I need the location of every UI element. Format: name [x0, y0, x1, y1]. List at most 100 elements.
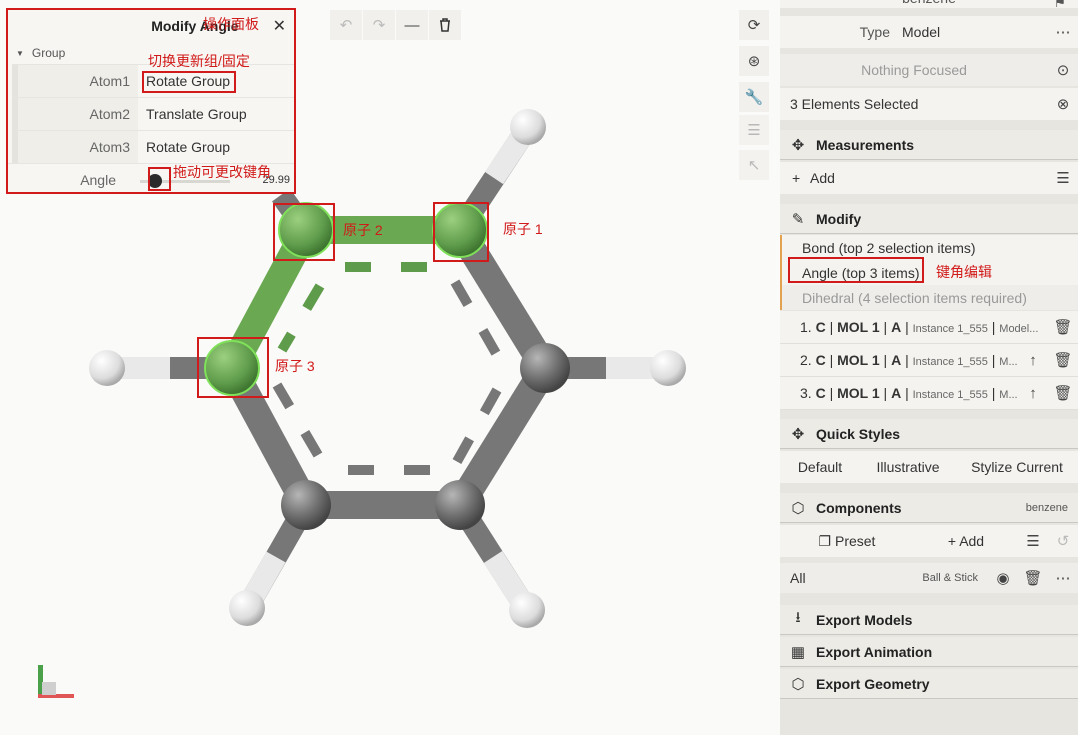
atom-name: C: [815, 319, 826, 335]
atom2-highlight: [273, 203, 335, 261]
export-animation-section[interactable]: ▦ Export Animation: [780, 637, 1078, 667]
reset-camera-button[interactable]: ⟳: [739, 10, 769, 40]
dihedral-option-label: Dihedral (4 selection items required): [802, 289, 1027, 306]
bookmark-icon[interactable]: ⚑: [1053, 0, 1066, 8]
selection-item[interactable]: 3. C | MOL 1 | A | Instance 1_555 | M...…: [780, 377, 1078, 410]
wrench-icon: 🔧: [744, 89, 764, 106]
atom3-mode-select[interactable]: Rotate Group: [138, 131, 294, 163]
close-icon[interactable]: ✕: [273, 16, 286, 36]
trash-icon[interactable]: 🗑: [1048, 384, 1078, 402]
tools-button[interactable]: 🔧: [739, 82, 769, 112]
add-component-button[interactable]: + Add: [914, 533, 1018, 549]
chain-name: A: [891, 352, 902, 368]
focus-row: Nothing Focused ⊙: [780, 54, 1078, 86]
components-section[interactable]: ⬡ Components benzene: [780, 493, 1078, 523]
type-row: Type Model ⋯: [780, 16, 1078, 48]
group-label: Group: [31, 46, 66, 60]
undo-button[interactable]: ↶: [330, 10, 362, 40]
trash-icon[interactable]: 🗑: [1048, 318, 1078, 336]
clear-selection-icon[interactable]: ⊗: [1048, 95, 1078, 113]
trash-icon[interactable]: 🗑: [1048, 351, 1078, 369]
type-select[interactable]: Model: [898, 24, 1048, 40]
bookmark-icon: ❐: [818, 532, 835, 549]
quick-styles-row: Default Illustrative Stylize Current: [780, 451, 1078, 483]
focus-icon[interactable]: ⊙: [1048, 61, 1078, 79]
axes-gizmo: [38, 665, 74, 698]
quick-styles-section[interactable]: ✥ Quick Styles: [780, 419, 1078, 449]
sliders-icon[interactable]: ☰: [1048, 169, 1078, 187]
selection-item[interactable]: 2. C | MOL 1 | A | Instance 1_555 | M...…: [780, 344, 1078, 377]
atom2-annotation: 原子 2: [343, 222, 383, 238]
all-label: All: [790, 570, 806, 586]
history-icon[interactable]: ↺: [1048, 532, 1078, 550]
measurements-section[interactable]: ✥ Measurements: [780, 130, 1078, 160]
trash-icon: [440, 18, 450, 32]
more-icon[interactable]: ⋯: [1048, 569, 1078, 587]
modify-title: Modify: [816, 210, 862, 227]
angle-edit-annotation: 键角编辑: [936, 264, 992, 280]
export-geometry-title: Export Geometry: [816, 675, 930, 692]
style-stylize-current-button[interactable]: Stylize Current: [956, 459, 1078, 475]
geometry-icon: ⬡: [791, 675, 805, 693]
arrow-up-icon[interactable]: ↑: [1018, 385, 1048, 402]
components-value: benzene: [1025, 501, 1068, 514]
structure-name-row: benzene ⚑: [780, 0, 1078, 8]
eye-icon[interactable]: ◉: [988, 569, 1018, 587]
minimize-button[interactable]: —: [396, 10, 428, 40]
plus-icon: +: [947, 533, 960, 549]
all-component-row[interactable]: All Ball & Stick ◉ 🗑 ⋯: [780, 563, 1078, 593]
selection-mode-button[interactable]: ↖: [739, 150, 769, 180]
atom2-label: Atom2: [12, 98, 138, 130]
measurements-actions: + Add ☰: [780, 162, 1078, 194]
atom-name: C: [815, 385, 826, 401]
sliders-icon[interactable]: ☰: [1018, 532, 1048, 550]
slider-annotation: 拖动可更改键角: [173, 164, 271, 180]
screenshot-button[interactable]: ⊛: [739, 46, 769, 76]
export-geometry-section[interactable]: ⬡ Export Geometry: [780, 669, 1078, 699]
more-icon[interactable]: ⋯: [1048, 23, 1078, 41]
model-name: M...: [999, 356, 1018, 368]
chain-name: A: [891, 319, 902, 335]
angle-label: Angle: [80, 172, 116, 188]
add-measurement-button[interactable]: Add: [810, 170, 1048, 186]
atom2-mode-select[interactable]: Translate Group: [138, 98, 294, 130]
rotate-group-highlight: [142, 71, 236, 93]
measurements-title: Measurements: [816, 136, 915, 153]
export-animation-title: Export Animation: [816, 643, 933, 660]
atom3-row: Atom3 Rotate Group: [12, 130, 294, 163]
preset-button[interactable]: ❐ Preset: [780, 533, 914, 550]
modify-section[interactable]: ✎ Modify: [780, 204, 1078, 234]
magic-wand-icon: ✥: [791, 136, 805, 154]
export-models-section[interactable]: ⭳ Export Models: [780, 605, 1078, 635]
atom1-annotation: 原子 1: [503, 221, 543, 237]
cube-icon: ⬡: [791, 499, 805, 517]
selection-item[interactable]: 1. C | MOL 1 | A | Instance 1_555 | Mode…: [780, 311, 1078, 344]
mol-name: MOL 1: [837, 319, 880, 335]
instance-name: Instance 1_555: [912, 356, 988, 368]
selection-summary: 3 Elements Selected: [790, 96, 919, 112]
atom-name: C: [815, 352, 826, 368]
redo-button[interactable]: ↷: [363, 10, 395, 40]
trash-icon[interactable]: 🗑: [1018, 569, 1048, 587]
panel-annotation: 操作面板: [203, 16, 259, 32]
download-icon: ⭳: [795, 609, 801, 626]
bond-option-label: Bond (top 2 selection items): [802, 239, 976, 256]
side-panel-footer: [780, 700, 1078, 735]
arrow-up-icon[interactable]: ↑: [1018, 352, 1048, 369]
delete-button[interactable]: [429, 10, 461, 40]
model-name: Model...: [999, 323, 1039, 335]
ch-bonds: [107, 120, 668, 616]
3d-viewport[interactable]: ↶ ↷ — ⟳ ⊛ 🔧 ☰ ↖ 原子 1 原子 2 原子 3 Modify An…: [0, 0, 780, 735]
settings-button[interactable]: ☰: [739, 115, 769, 145]
components-title: Components: [816, 499, 902, 516]
selection-row: 3 Elements Selected ⊗: [780, 88, 1078, 120]
mol-name: MOL 1: [837, 385, 880, 401]
style-default-button[interactable]: Default: [780, 459, 860, 475]
mol-name: MOL 1: [837, 352, 880, 368]
style-illustrative-button[interactable]: Illustrative: [860, 459, 956, 475]
selection-number: 2.: [800, 352, 812, 368]
quick-styles-title: Quick Styles: [816, 425, 901, 442]
atom2-row: Atom2 Translate Group: [12, 97, 294, 130]
nothing-focused[interactable]: Nothing Focused: [780, 62, 1048, 78]
selection-number: 1.: [800, 319, 812, 335]
